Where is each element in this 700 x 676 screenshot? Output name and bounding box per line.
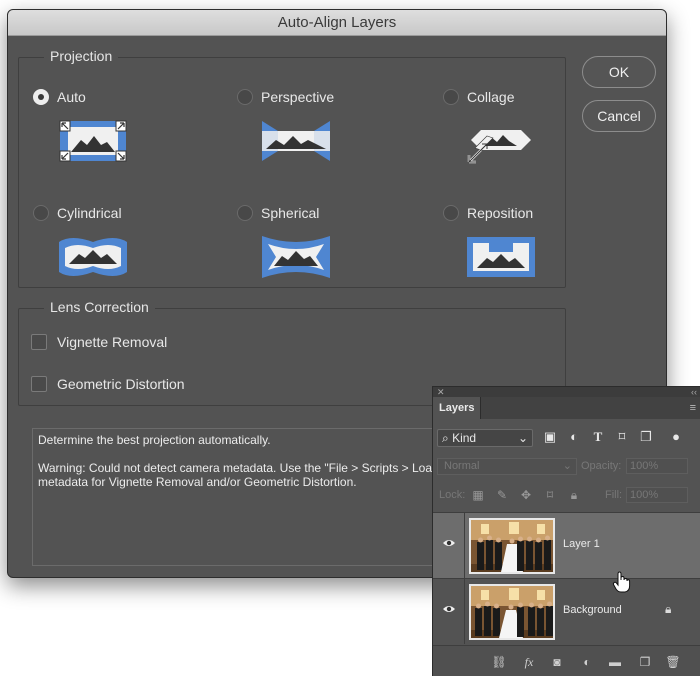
adjustment-layer-icon[interactable]: ◐ [579,655,595,669]
chevron-down-icon: ⌄ [562,460,572,472]
cancel-button[interactable]: Cancel [582,100,656,132]
spherical-label: Spherical [261,205,320,221]
cylindrical-radio[interactable] [33,205,49,221]
filter-kind-select[interactable]: ⌕ Kind ⌄ [437,429,533,447]
lock-transparent-icon[interactable]: ▦ [471,488,485,502]
filter-type-icon[interactable]: T [591,429,605,445]
filter-adjustment-icon[interactable]: ◐ [567,429,581,445]
vignette-removal-checkbox[interactable] [31,334,47,350]
cylindrical-label: Cylindrical [57,205,122,221]
cylindrical-projection-icon [59,238,127,276]
spherical-radio[interactable] [237,205,253,221]
geometric-distortion-option[interactable]: Geometric Distortion [31,376,185,392]
screen: Auto-Align Layers Projection Auto Perspe… [0,0,700,676]
projection-cylindrical-option[interactable]: Cylindrical [33,205,122,221]
reposition-radio[interactable] [443,205,459,221]
opacity-field[interactable]: 100% [626,458,688,474]
layers-panel: ✕ ‹‹ Layers ≡ ⌕ Kind ⌄ ▣ ◐ T ⌑ ❐ ● Norma… [432,386,700,676]
filter-shape-icon[interactable]: ⌑ [615,429,629,445]
opacity-label: Opacity: [581,460,622,472]
collapse-panel-icon[interactable]: ‹‹ [691,387,697,397]
layer-thumbnail [469,518,555,574]
projection-collage-option[interactable]: Collage [443,89,514,105]
auto-label: Auto [57,89,86,105]
layer-name[interactable]: Layer 1 [563,538,600,550]
auto-radio[interactable] [33,89,49,105]
dialog-title: Auto-Align Layers [8,10,666,36]
filter-smart-object-icon[interactable]: ❐ [639,429,653,445]
chevron-down-icon: ⌄ [517,431,528,445]
wedding-photo-thumbnail [471,520,553,572]
layer-row[interactable]: Background 🔒︎ [433,578,700,644]
blend-mode-label: Normal [444,460,480,472]
close-panel-icon[interactable]: ✕ [437,387,445,397]
collage-radio[interactable] [443,89,459,105]
geometric-distortion-checkbox[interactable] [31,376,47,392]
spherical-projection-icon [262,236,330,278]
layers-bottom-bar: ⛓ fx ◙ ◐ ▬ ❐ 🗑︎ [433,645,700,676]
auto-projection-icon [59,120,127,162]
fill-label: Fill: [605,489,623,501]
tab-layers[interactable]: Layers [433,397,481,419]
collage-projection-icon [467,130,531,164]
layer-thumbnail [469,584,555,640]
folder-icon[interactable]: ▬ [607,655,623,669]
reposition-projection-icon [467,237,535,277]
lens-correction-legend: Lens Correction [44,299,155,315]
link-layers-icon[interactable]: ⛓ [491,655,507,669]
layer-lock-icon[interactable]: 🔒︎ [665,602,671,617]
geometric-distortion-label: Geometric Distortion [57,376,185,392]
projection-group: Projection Auto Perspective Collage Cyli… [18,48,566,288]
layer-row[interactable]: Layer 1 [433,512,700,578]
reposition-label: Reposition [467,205,534,221]
add-mask-icon[interactable]: ◙ [549,655,565,669]
search-icon: ⌕ [442,431,449,445]
filter-kind-label: Kind [452,431,477,445]
blend-mode-select[interactable]: Normal ⌄ [437,458,577,475]
lock-label: Lock: [439,489,466,501]
new-layer-icon[interactable]: ❐ [637,655,653,669]
panel-header-bar: ✕ ‹‹ [433,387,700,397]
vignette-removal-option[interactable]: Vignette Removal [31,334,167,350]
projection-legend: Projection [44,48,119,64]
perspective-label: Perspective [261,89,335,105]
filter-pixel-icon[interactable]: ▣ [543,429,557,445]
fill-field[interactable]: 100% [626,487,688,503]
layer-name[interactable]: Background [563,604,622,616]
panel-menu-icon[interactable]: ≡ [690,402,696,414]
vignette-removal-label: Vignette Removal [57,334,168,350]
projection-perspective-option[interactable]: Perspective [237,89,334,105]
lock-artboard-icon[interactable]: ⌑ [543,488,557,502]
hand-cursor-icon [612,571,631,593]
collage-label: Collage [467,89,515,105]
wedding-photo-thumbnail [471,586,553,638]
ok-button[interactable]: OK [582,56,656,88]
projection-reposition-option[interactable]: Reposition [443,205,533,221]
fx-icon[interactable]: fx [521,655,537,669]
lock-position-icon[interactable]: ✥ [519,488,533,502]
eye-icon[interactable] [442,538,456,548]
perspective-projection-icon [262,121,330,161]
filter-toggle-icon[interactable]: ● [669,429,683,445]
eye-icon[interactable] [442,604,456,614]
lock-all-icon[interactable]: 🔒︎ [567,488,581,502]
projection-auto-option[interactable]: Auto [33,89,86,105]
projection-spherical-option[interactable]: Spherical [237,205,319,221]
perspective-radio[interactable] [237,89,253,105]
trash-icon[interactable]: 🗑︎ [665,655,681,669]
lock-paint-icon[interactable]: ✎ [495,488,509,502]
panel-tab-row: Layers ≡ [433,397,700,419]
